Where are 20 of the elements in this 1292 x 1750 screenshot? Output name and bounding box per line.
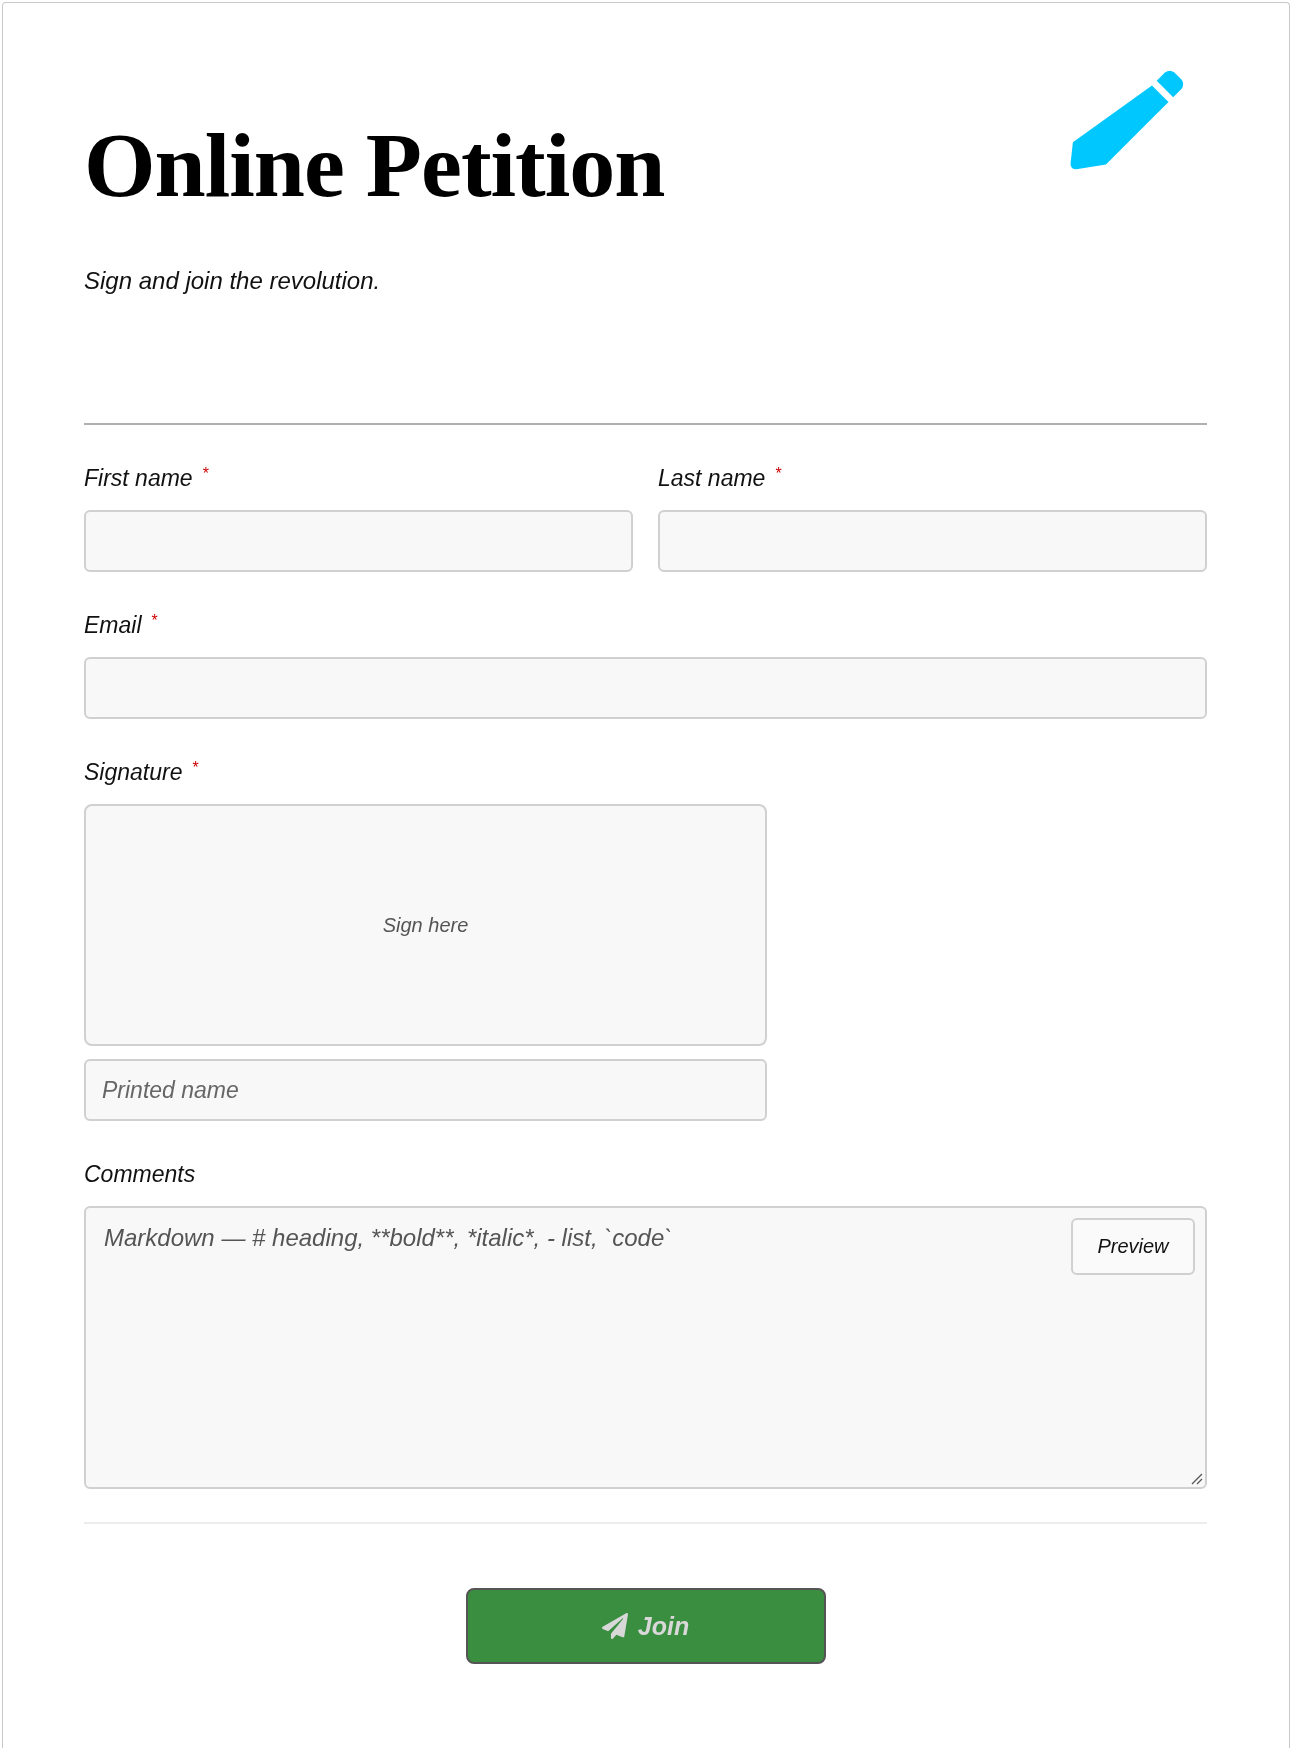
field-label: Comments: [84, 1161, 196, 1188]
required-mark: *: [151, 612, 158, 630]
required-mark: *: [775, 465, 782, 483]
preview-button[interactable]: Preview: [1071, 1218, 1195, 1275]
resize-handle-icon[interactable]: [1191, 1473, 1203, 1485]
text-field[interactable]: [84, 657, 1207, 719]
printed-name-field[interactable]: Printed name: [84, 1059, 767, 1121]
signature-pad[interactable]: Sign here: [84, 804, 767, 1046]
field-label: Email: [84, 612, 142, 639]
required-mark: *: [202, 465, 209, 483]
page-title: Online Petition: [84, 119, 665, 211]
required-mark: *: [192, 759, 199, 777]
field-label: Signature: [84, 759, 183, 786]
field-label: First name: [84, 465, 193, 492]
text-field[interactable]: [658, 510, 1207, 572]
page-subtitle: Sign and join the revolution.: [84, 267, 382, 295]
text-field[interactable]: [84, 510, 633, 572]
paper-plane-icon: [601, 1613, 628, 1639]
pad-hint: Sign here: [382, 913, 469, 937]
field-label: Last name: [658, 465, 766, 492]
